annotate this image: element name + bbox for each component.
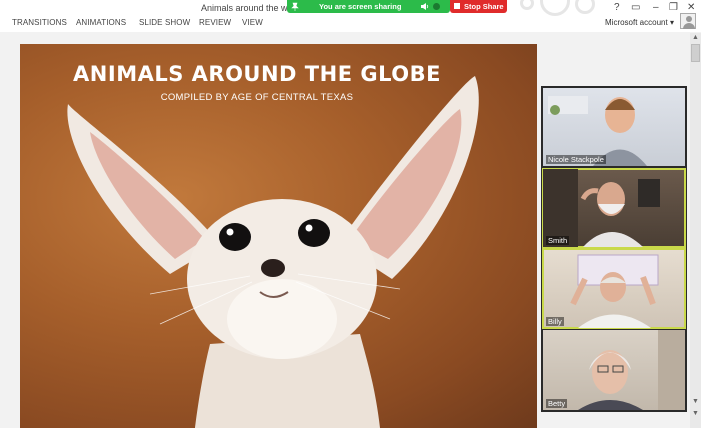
scrollbar-thumb[interactable] [691, 44, 700, 62]
stop-share-button[interactable]: Stop Share [450, 0, 507, 13]
microsoft-account-button[interactable]: Microsoft account ▾ [605, 18, 674, 27]
decorative-ring [575, 0, 595, 14]
stop-share-label: Stop Share [464, 2, 504, 11]
participant-video [578, 330, 685, 410]
stop-icon [454, 3, 460, 9]
chevron-down-icon: ▾ [669, 18, 674, 27]
user-head-shape [686, 16, 692, 22]
user-torso-shape [683, 23, 695, 29]
slide-title[interactable]: ANIMALS AROUND THE GLOBE [20, 62, 494, 86]
minimize-icon[interactable]: – [653, 2, 659, 13]
slide-canvas[interactable]: ANIMALS AROUND THE GLOBE COMPILED BY AGE… [20, 44, 537, 428]
slide-subtitle[interactable]: COMPILED BY AGE OF CENTRAL TEXAS [20, 92, 494, 103]
participant-tile[interactable]: Smith [542, 168, 686, 248]
participant-name: Betty [546, 399, 568, 408]
scroll-down-icon[interactable]: ▼ [691, 398, 700, 405]
participant-name: Smith [546, 236, 570, 245]
participant-name: Billy [546, 317, 564, 326]
speaker-icon[interactable] [421, 3, 429, 10]
tab-slide-show[interactable]: SLIDE SHOW [139, 18, 190, 27]
tab-view[interactable]: VIEW [242, 18, 263, 27]
tab-animations[interactable]: ANIMATIONS [76, 18, 126, 27]
screen-sharing-bar[interactable]: You are screen sharing [287, 0, 450, 13]
avatar[interactable] [680, 13, 696, 29]
scroll-up-icon[interactable]: ▲ [691, 34, 700, 41]
participant-name: Nicole Stackpole [546, 155, 606, 164]
help-icon[interactable]: ? [614, 2, 620, 13]
close-icon[interactable]: ✕ [687, 2, 695, 13]
ribbon-display-icon[interactable]: ▭ [631, 2, 640, 13]
pin-icon [291, 2, 299, 11]
decorative-ring [520, 0, 534, 10]
page-down-icon[interactable]: ▼ [691, 410, 700, 417]
decorative-ring [540, 0, 570, 16]
screen-sharing-status: You are screen sharing [319, 2, 402, 11]
pause-icon[interactable] [433, 3, 440, 10]
participant-tile[interactable]: Nicole Stackpole [543, 88, 685, 166]
tab-transitions[interactable]: TRANSITIONS [12, 18, 67, 27]
account-label: Microsoft account [605, 18, 668, 27]
participant-video [570, 254, 659, 328]
restore-icon[interactable]: ❐ [669, 2, 678, 13]
participant-tile[interactable]: Betty [543, 330, 685, 410]
participant-tile[interactable]: Billy [542, 248, 686, 329]
tab-review[interactable]: REVIEW [199, 18, 231, 27]
vertical-scrollbar[interactable] [690, 33, 701, 428]
